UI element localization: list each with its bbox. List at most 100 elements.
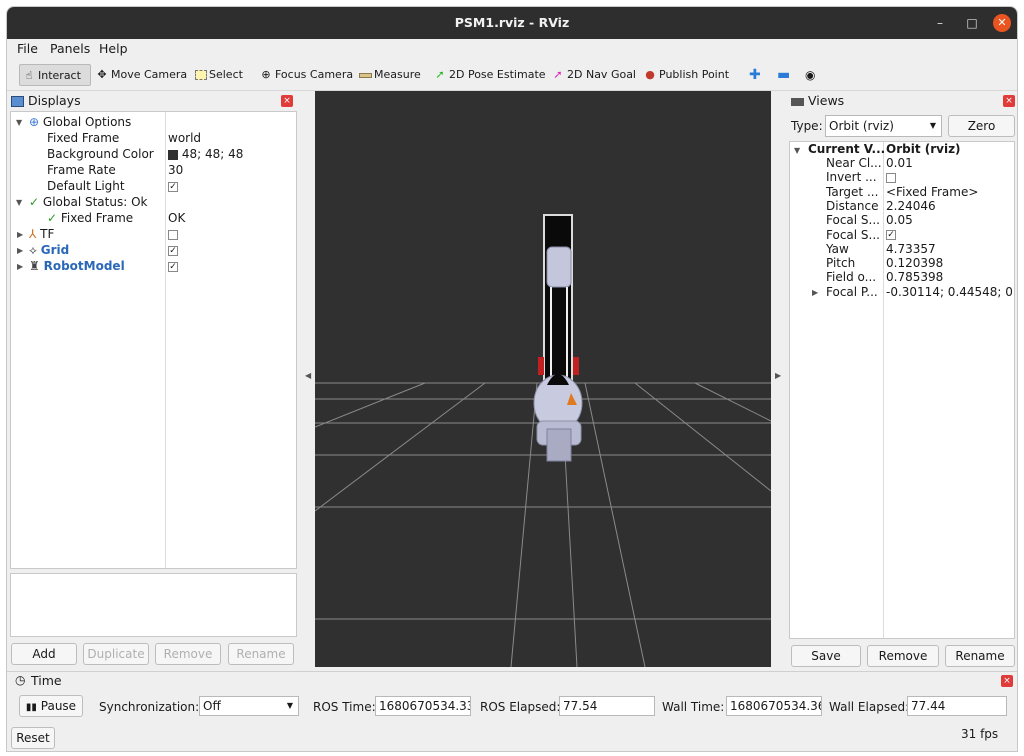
focal-shape-checkbox[interactable]: ✓ <box>886 230 896 240</box>
fixed-frame-value[interactable]: world <box>168 130 201 146</box>
view-prop-value[interactable]: ✓ <box>886 228 1014 242</box>
collapse-arrow-icon[interactable]: ▶ <box>17 230 23 239</box>
collapse-right-icon[interactable]: ▶ <box>775 371 781 380</box>
robot-model-checkbox[interactable]: ✓ <box>168 258 178 274</box>
invert-checkbox[interactable] <box>886 172 896 183</box>
view-prop-value[interactable]: 0.05 <box>886 213 1014 227</box>
view-type-value: Orbit (rviz) <box>829 119 894 133</box>
collapse-arrow-icon[interactable]: ▶ <box>17 246 23 255</box>
status-fixed-frame-value: OK <box>168 211 186 225</box>
displays-tree: ▼ ⊕ Global Options Fixed Frame world Bac… <box>10 111 297 569</box>
wall-time-field[interactable]: 1680670534.36 <box>726 696 822 716</box>
interact-tool[interactable]: ☝ Interact <box>19 64 91 86</box>
views-close-icon[interactable]: × <box>1003 95 1015 107</box>
default-light-checkbox[interactable]: ✓ <box>168 178 178 194</box>
global-status-label: Global Status: Ok <box>42 195 148 209</box>
focus-camera-label: Focus Camera <box>275 68 354 81</box>
remove-tool-icon[interactable]: ▬ <box>775 64 792 86</box>
pause-button[interactable]: ▮▮ Pause <box>19 695 83 717</box>
global-status-item[interactable]: ✓ Global Status: Ok <box>29 194 147 210</box>
add-tool-icon[interactable]: ✚ <box>747 64 763 86</box>
focus-camera-tool[interactable]: ⊕ Focus Camera <box>257 64 355 86</box>
remove-view-button[interactable]: Remove <box>867 645 939 667</box>
view-prop-label: Focal S... <box>826 213 880 228</box>
add-button[interactable]: Add <box>11 643 77 665</box>
focus-camera-icon: ⊕ <box>261 68 271 81</box>
expand-arrow-icon[interactable]: ▼ <box>794 146 800 155</box>
close-button[interactable]: ✕ <box>993 14 1011 32</box>
collapse-left-icon[interactable]: ◀ <box>305 371 311 380</box>
scene-svg <box>314 214 772 668</box>
grid-checkbox[interactable]: ✓ <box>168 242 178 258</box>
view-type-select[interactable]: Orbit (rviz) ▼ <box>825 115 942 137</box>
render-viewport[interactable] <box>314 91 772 668</box>
move-camera-icon: ✥ <box>97 68 107 81</box>
collapse-arrow-icon[interactable]: ▶ <box>17 262 23 271</box>
zero-button[interactable]: Zero <box>948 115 1015 137</box>
maximize-button[interactable]: □ <box>963 14 981 32</box>
display-description <box>10 573 297 637</box>
grid-icon: ⟡ <box>29 243 37 257</box>
collapse-arrow-icon[interactable]: ▶ <box>812 288 818 297</box>
measure-tool[interactable]: Measure <box>357 64 423 86</box>
nav-goal-label: 2D Nav Goal <box>567 68 636 81</box>
ros-time-label: ROS Time: <box>313 700 376 714</box>
nav-goal-tool[interactable]: ➚ 2D Nav Goal <box>549 64 638 86</box>
view-prop-value[interactable]: -0.30114; 0.44548; 0... <box>886 285 1014 299</box>
view-prop-value[interactable]: 4.73357 <box>886 242 1014 256</box>
view-prop-label: Target ... <box>826 184 879 199</box>
eye-icon[interactable]: ◉ <box>803 64 817 86</box>
save-view-button[interactable]: Save <box>791 645 861 667</box>
displays-close-icon[interactable]: × <box>281 95 293 107</box>
minimize-button[interactable]: – <box>931 14 949 32</box>
select-tool[interactable]: Select <box>193 64 245 86</box>
wall-elapsed-field[interactable]: 77.44 <box>907 696 1007 716</box>
views-tree: ▼ Current V... Orbit (rviz) Near Cl... 0.… <box>789 141 1015 639</box>
view-prop-value[interactable]: 0.785398 <box>886 270 1014 284</box>
window-title: PSM1.rviz - RViz <box>454 15 570 30</box>
rename-view-button[interactable]: Rename <box>945 645 1015 667</box>
background-color-label: Background Color <box>47 147 154 161</box>
pose-estimate-tool[interactable]: ➚ 2D Pose Estimate <box>431 64 548 86</box>
type-label: Type: <box>791 119 823 133</box>
status-fixed-frame-item: ✓ Fixed Frame <box>47 210 133 226</box>
frame-rate-value[interactable]: 30 <box>168 162 183 178</box>
menu-help[interactable]: Help <box>99 41 128 56</box>
wall-elapsed-label: Wall Elapsed: <box>829 700 910 714</box>
expand-arrow-icon[interactable]: ▼ <box>16 118 22 127</box>
sync-select[interactable]: Off ▼ <box>199 696 299 716</box>
global-options-item[interactable]: ⊕ Global Options <box>29 114 131 130</box>
current-view-value: Orbit (rviz) <box>886 142 961 156</box>
menu-panels[interactable]: Panels <box>50 41 90 56</box>
expand-arrow-icon[interactable]: ▼ <box>16 198 22 207</box>
displays-header: Displays <box>11 93 301 111</box>
current-view-label: Current V... <box>808 142 886 156</box>
view-prop-value[interactable]: <Fixed Frame> <box>886 185 1014 199</box>
tf-checkbox[interactable] <box>168 226 178 242</box>
view-prop-value[interactable]: 0.120398 <box>886 256 1014 270</box>
ruler-icon <box>359 72 372 78</box>
view-prop-value[interactable]: 2.24046 <box>886 199 1014 213</box>
rviz-window: PSM1.rviz - RViz – □ ✕ File Panels Help … <box>6 6 1018 752</box>
reset-button[interactable]: Reset <box>11 727 55 749</box>
duplicate-button[interactable]: Duplicate <box>83 643 149 665</box>
check-icon: ✓ <box>29 195 40 209</box>
publish-point-tool[interactable]: ● Publish Point <box>641 64 731 86</box>
robot-model-item[interactable]: ♜ RobotModel <box>29 258 125 274</box>
move-camera-tool[interactable]: ✥ Move Camera <box>93 64 189 86</box>
view-prop-value[interactable] <box>886 170 1014 184</box>
ros-time-field[interactable]: 1680670534.33 <box>375 696 471 716</box>
rename-button[interactable]: Rename <box>228 643 294 665</box>
column-divider <box>165 112 166 568</box>
remove-button[interactable]: Remove <box>155 643 221 665</box>
background-color-value[interactable]: 48; 48; 48 <box>168 146 243 162</box>
interact-label: Interact <box>38 69 81 82</box>
view-prop-label: Pitch <box>826 256 856 271</box>
time-close-icon[interactable]: × <box>1001 675 1013 687</box>
ros-elapsed-field[interactable]: 77.54 <box>559 696 655 716</box>
grid-item[interactable]: ⟡ Grid <box>29 242 69 258</box>
view-prop-value[interactable]: 0.01 <box>886 156 1014 170</box>
menu-file[interactable]: File <box>17 41 38 56</box>
tf-item[interactable]: ⅄ TF <box>29 226 54 242</box>
view-prop-label: Distance <box>826 198 879 213</box>
